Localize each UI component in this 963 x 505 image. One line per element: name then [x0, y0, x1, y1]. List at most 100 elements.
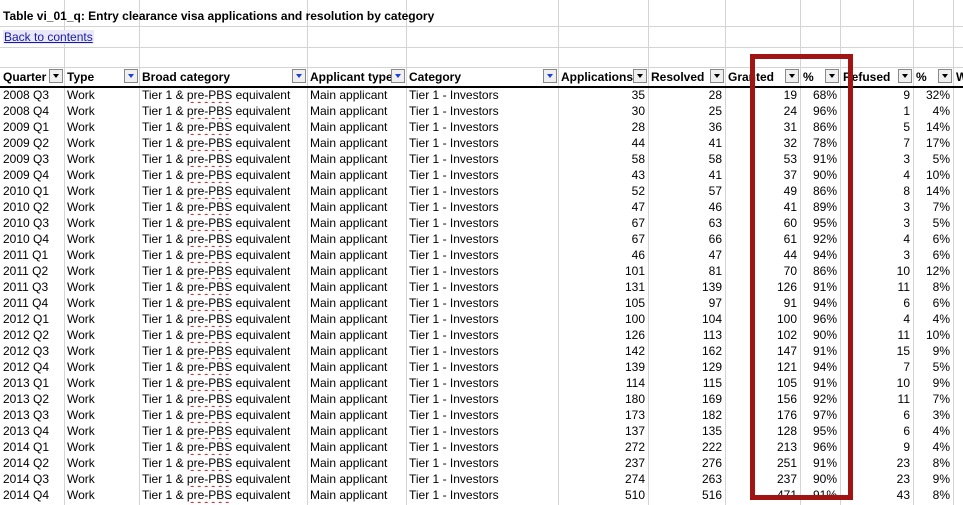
cell-applicant-type[interactable]: Main applicant	[307, 247, 406, 263]
cell-granted[interactable]: 251	[725, 455, 800, 471]
cell-broad-category[interactable]: Tier 1 & pre-PBS equivalent	[139, 119, 307, 135]
cell-refused-percent[interactable]: 32%	[913, 87, 953, 103]
cell-applications[interactable]: 173	[558, 407, 648, 423]
cell-resolved[interactable]: 222	[648, 439, 725, 455]
cell-broad-category[interactable]: Tier 1 & pre-PBS equivalent	[139, 103, 307, 119]
cell-applicant-type[interactable]: Main applicant	[307, 279, 406, 295]
cell-applications[interactable]: 43	[558, 167, 648, 183]
cell-resolved[interactable]: 41	[648, 167, 725, 183]
cell-refused-percent[interactable]: 6%	[913, 295, 953, 311]
cell-category[interactable]: Tier 1 - Investors	[406, 103, 558, 119]
cell-quarter[interactable]: 2012 Q3	[0, 343, 64, 359]
cell-refused-percent[interactable]: 10%	[913, 327, 953, 343]
cell-refused-percent[interactable]: 9%	[913, 343, 953, 359]
cell-type[interactable]: Work	[64, 295, 139, 311]
cell-refused[interactable]: 4	[840, 311, 913, 327]
cell-quarter[interactable]: 2012 Q1	[0, 311, 64, 327]
cell-refused[interactable]: 3	[840, 247, 913, 263]
cell-broad-category[interactable]: Tier 1 & pre-PBS equivalent	[139, 151, 307, 167]
cell-granted[interactable]: 105	[725, 375, 800, 391]
cell-resolved[interactable]: 182	[648, 407, 725, 423]
cell-broad-category[interactable]: Tier 1 & pre-PBS equivalent	[139, 231, 307, 247]
cell-granted[interactable]: 128	[725, 423, 800, 439]
cell-refused[interactable]: 8	[840, 183, 913, 199]
filter-dropdown-broad-category[interactable]	[292, 69, 306, 83]
cell-resolved[interactable]: 81	[648, 263, 725, 279]
cell-granted[interactable]: 53	[725, 151, 800, 167]
cell-broad-category[interactable]: Tier 1 & pre-PBS equivalent	[139, 135, 307, 151]
cell-type[interactable]: Work	[64, 359, 139, 375]
cell-applications[interactable]: 274	[558, 471, 648, 487]
cell-broad-category[interactable]: Tier 1 & pre-PBS equivalent	[139, 167, 307, 183]
cell-granted-percent[interactable]: 86%	[800, 183, 840, 199]
cell-resolved[interactable]: 63	[648, 215, 725, 231]
cell-granted[interactable]: 60	[725, 215, 800, 231]
cell-applicant-type[interactable]: Main applicant	[307, 199, 406, 215]
cell-quarter[interactable]: 2009 Q3	[0, 151, 64, 167]
cell-type[interactable]: Work	[64, 327, 139, 343]
cell-type[interactable]: Work	[64, 199, 139, 215]
cell-granted-percent[interactable]: 91%	[800, 279, 840, 295]
cell-granted[interactable]: 91	[725, 295, 800, 311]
cell-applicant-type[interactable]: Main applicant	[307, 455, 406, 471]
cell-category[interactable]: Tier 1 - Investors	[406, 311, 558, 327]
cell-broad-category[interactable]: Tier 1 & pre-PBS equivalent	[139, 407, 307, 423]
cell-granted[interactable]: 237	[725, 471, 800, 487]
cell-applications[interactable]: 105	[558, 295, 648, 311]
cell-type[interactable]: Work	[64, 151, 139, 167]
cell-category[interactable]: Tier 1 - Investors	[406, 151, 558, 167]
cell-granted-percent[interactable]: 91%	[800, 455, 840, 471]
cell-broad-category[interactable]: Tier 1 & pre-PBS equivalent	[139, 439, 307, 455]
cell-refused[interactable]: 6	[840, 407, 913, 423]
cell-applicant-type[interactable]: Main applicant	[307, 295, 406, 311]
cell-resolved[interactable]: 36	[648, 119, 725, 135]
cell-type[interactable]: Work	[64, 279, 139, 295]
cell-applicant-type[interactable]: Main applicant	[307, 263, 406, 279]
cell-resolved[interactable]: 28	[648, 87, 725, 103]
cell-quarter[interactable]: 2014 Q2	[0, 455, 64, 471]
cell-granted-percent[interactable]: 90%	[800, 471, 840, 487]
cell-refused[interactable]: 6	[840, 423, 913, 439]
cell-category[interactable]: Tier 1 - Investors	[406, 247, 558, 263]
cell-applications[interactable]: 47	[558, 199, 648, 215]
cell-category[interactable]: Tier 1 - Investors	[406, 183, 558, 199]
cell-broad-category[interactable]: Tier 1 & pre-PBS equivalent	[139, 487, 307, 503]
filter-dropdown-applicant-type[interactable]	[391, 69, 405, 83]
cell-quarter[interactable]: 2010 Q1	[0, 183, 64, 199]
cell-applicant-type[interactable]: Main applicant	[307, 391, 406, 407]
cell-refused[interactable]: 43	[840, 487, 913, 503]
cell-quarter[interactable]: 2011 Q1	[0, 247, 64, 263]
cell-granted[interactable]: 100	[725, 311, 800, 327]
cell-refused[interactable]: 3	[840, 199, 913, 215]
cell-broad-category[interactable]: Tier 1 & pre-PBS equivalent	[139, 471, 307, 487]
cell-type[interactable]: Work	[64, 119, 139, 135]
cell-resolved[interactable]: 276	[648, 455, 725, 471]
cell-granted-percent[interactable]: 97%	[800, 407, 840, 423]
cell-applicant-type[interactable]: Main applicant	[307, 487, 406, 503]
cell-refused-percent[interactable]: 6%	[913, 247, 953, 263]
cell-type[interactable]: Work	[64, 439, 139, 455]
cell-granted-percent[interactable]: 96%	[800, 311, 840, 327]
cell-quarter[interactable]: 2013 Q2	[0, 391, 64, 407]
cell-category[interactable]: Tier 1 - Investors	[406, 263, 558, 279]
cell-refused-percent[interactable]: 9%	[913, 471, 953, 487]
cell-applicant-type[interactable]: Main applicant	[307, 375, 406, 391]
cell-type[interactable]: Work	[64, 247, 139, 263]
back-to-contents-link[interactable]: Back to contents	[3, 30, 94, 44]
cell-applications[interactable]: 142	[558, 343, 648, 359]
filter-dropdown-granted-percent[interactable]	[825, 69, 839, 83]
cell-granted-percent[interactable]: 92%	[800, 391, 840, 407]
filter-dropdown-applications[interactable]	[633, 69, 647, 83]
cell-granted[interactable]: 471	[725, 487, 800, 503]
cell-refused[interactable]: 7	[840, 359, 913, 375]
cell-granted[interactable]: 213	[725, 439, 800, 455]
filter-dropdown-category[interactable]	[543, 69, 557, 83]
filter-dropdown-refused-percent[interactable]	[938, 69, 952, 83]
cell-refused[interactable]: 3	[840, 215, 913, 231]
cell-quarter[interactable]: 2010 Q2	[0, 199, 64, 215]
cell-applicant-type[interactable]: Main applicant	[307, 87, 406, 103]
cell-refused-percent[interactable]: 8%	[913, 279, 953, 295]
cell-quarter[interactable]: 2014 Q3	[0, 471, 64, 487]
cell-applications[interactable]: 44	[558, 135, 648, 151]
cell-applications[interactable]: 58	[558, 151, 648, 167]
